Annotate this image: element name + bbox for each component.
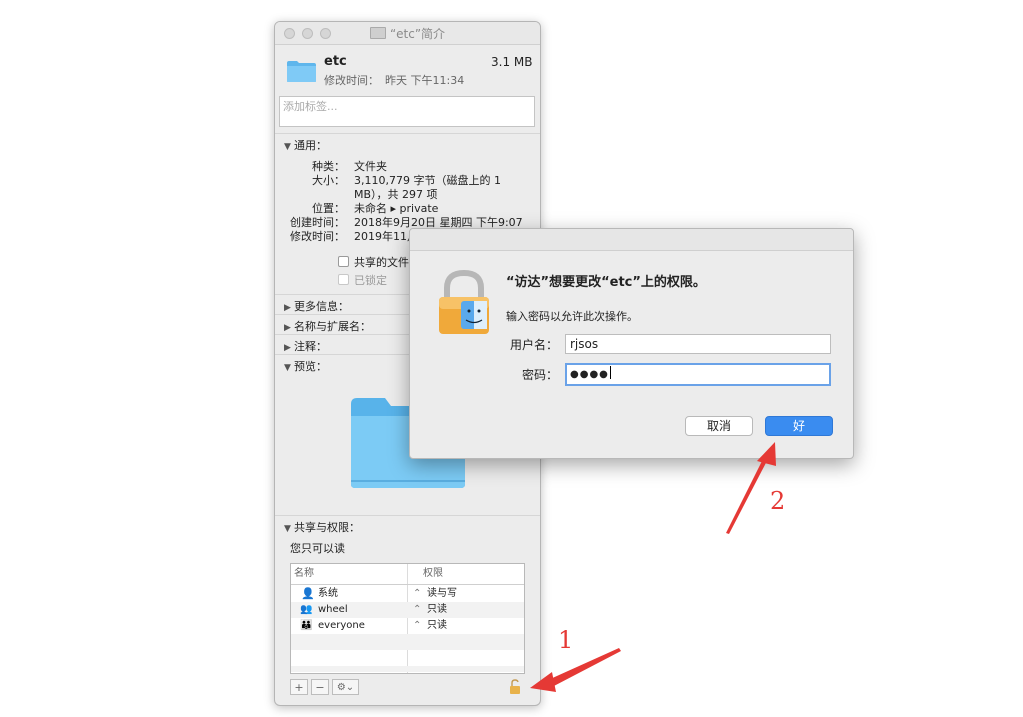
arrow-2-shaft <box>726 455 769 534</box>
annotation-number-1: 1 <box>558 626 574 654</box>
annotation-arrows <box>530 442 776 692</box>
annotation-number-2: 2 <box>770 487 786 515</box>
arrow-1-head <box>530 672 556 692</box>
arrow-2-head <box>757 442 776 466</box>
